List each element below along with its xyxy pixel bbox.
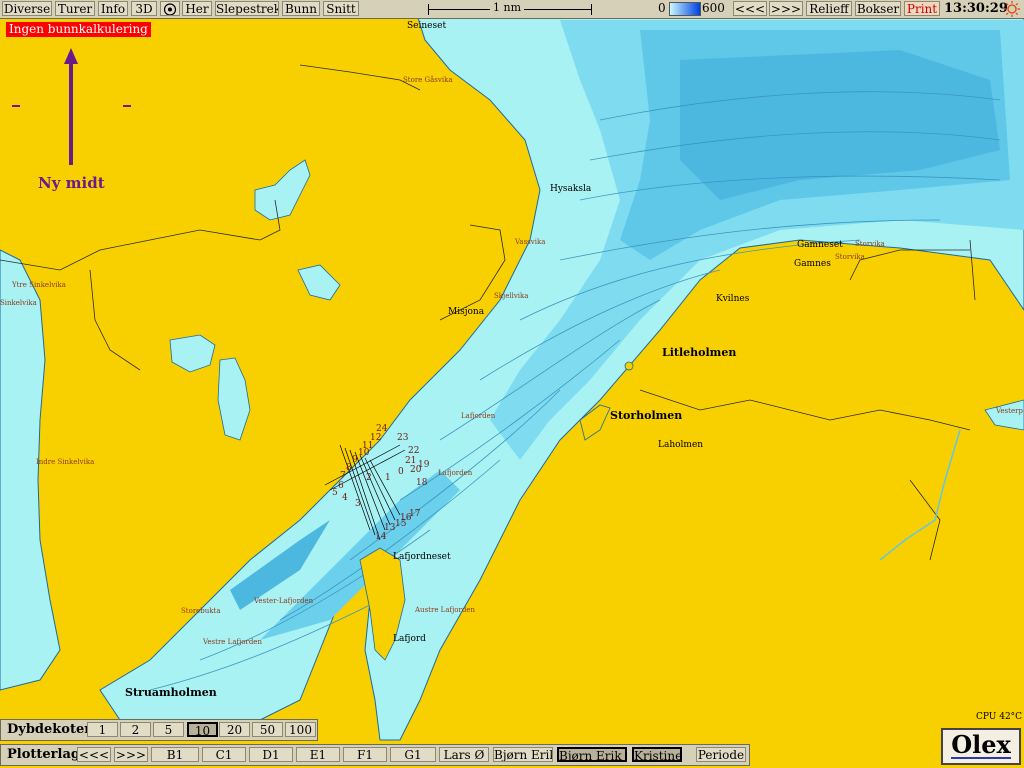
map-label: Store Gåsvika	[403, 75, 453, 84]
plotterlag-item-b1[interactable]: B1	[151, 747, 199, 762]
depth-max-label: 600	[702, 1, 725, 15]
dybdekoter-option-100[interactable]: 100	[285, 722, 316, 737]
map-label: Skjellvika	[494, 292, 528, 300]
map-label: Vesterp	[995, 407, 1023, 415]
island-litleholmen	[624, 361, 634, 371]
plotterlag-item-e1[interactable]: E1	[296, 747, 340, 762]
plotterlag-next-button[interactable]: >>>	[114, 747, 148, 762]
plotterlag-item-bj-rn-erik-2[interactable]: Bjørn Erik 2	[557, 747, 627, 762]
map-label: Storvika	[855, 240, 885, 248]
target-button[interactable]	[160, 1, 180, 16]
map-label: Misjona	[448, 307, 485, 317]
map-label: Vester-Lafjorden	[253, 597, 314, 605]
print-button[interactable]: Print	[904, 1, 940, 16]
dybdekoter-bar: Dybdekoter 1 2 5 10 20 50 100	[0, 719, 318, 741]
clock: 13:30:29	[944, 1, 1008, 16]
relieff-button[interactable]: Relieff	[806, 1, 852, 16]
next-button[interactable]: >>>	[769, 1, 803, 16]
brand-text: Olex	[951, 730, 1011, 759]
map-label: Litleholmen	[662, 346, 736, 359]
map-label: Lafjorden	[461, 412, 496, 420]
bunn-button[interactable]: Bunn	[282, 1, 320, 16]
map-label: Sinkelvika	[0, 299, 37, 307]
plotterlag-item-bj-rn-erik[interactable]: Bjørn Erik	[493, 747, 553, 762]
track-number: 22	[408, 446, 419, 456]
track-number: 6	[338, 481, 344, 491]
sun-icon[interactable]	[1003, 0, 1021, 18]
track-number: 2	[366, 473, 372, 483]
track-number: 8	[346, 463, 352, 473]
dybdekoter-label: Dybdekoter	[7, 722, 92, 737]
olex-logo[interactable]: Olex	[941, 728, 1021, 765]
map-label: Gamneset	[797, 240, 843, 250]
dybdekoter-option-2[interactable]: 2	[120, 722, 151, 737]
map-label: Austre Lafjorden	[414, 606, 475, 614]
track-number: 0	[398, 467, 404, 477]
map-label: Laholmen	[658, 440, 703, 450]
map-label: Vestre Lafjorden	[202, 638, 262, 646]
track-number: 13	[384, 523, 396, 533]
bokser-button[interactable]: Bokser	[855, 1, 901, 16]
plotterlag-bar: Plotterlag <<< >>> B1 C1 D1 E1 F1 G1 Lars Ø Bjø…	[0, 744, 750, 766]
plotterlag-prev-button[interactable]: <<<	[77, 747, 111, 762]
plotterlag-item-lars-[interactable]: Lars Ø	[439, 747, 489, 762]
track-number: 7	[340, 471, 346, 481]
map-label: Storebukta	[181, 607, 221, 615]
track-number: 9	[352, 455, 358, 465]
map-label: Lafjord	[393, 634, 426, 644]
dybdekoter-option-20[interactable]: 20	[219, 722, 250, 737]
info-button[interactable]: Info	[98, 1, 128, 16]
map-label: Seineset	[407, 21, 446, 31]
map-label: Ytre Sinkelvika	[11, 281, 66, 289]
map-label: Storvika	[835, 253, 865, 261]
target-icon	[163, 3, 177, 15]
top-toolbar: Diverse Turer Info 3D Her Slepestrek Bun…	[0, 0, 1024, 19]
map-label: Gamnes	[794, 259, 831, 269]
plotterlag-item-g1[interactable]: G1	[390, 747, 436, 762]
depth-color-bar	[669, 2, 701, 16]
plotterlag-item-periode[interactable]: Periode	[696, 747, 746, 762]
snitt-button[interactable]: Snitt	[323, 1, 359, 16]
dybdekoter-option-1[interactable]: 1	[87, 722, 118, 737]
dybdekoter-option-10[interactable]: 10	[187, 722, 218, 737]
map-label: Struamholmen	[125, 686, 217, 699]
map-label: Indre Sinkelvika	[36, 458, 94, 466]
scale-label: 1 nm	[490, 1, 525, 14]
map-label: Lafjorden	[438, 469, 473, 477]
dybdekoter-option-5[interactable]: 5	[153, 722, 184, 737]
scale-bar: 1 nm	[428, 1, 592, 16]
diverse-button[interactable]: Diverse	[2, 1, 52, 16]
track-number: 18	[416, 478, 428, 488]
north-arrow-label: Ny midt	[38, 174, 105, 192]
three-d-button[interactable]: 3D	[131, 1, 157, 16]
plotterlag-item-d1[interactable]: D1	[249, 747, 293, 762]
track-number: 1	[385, 473, 391, 483]
track-number: 10	[358, 448, 370, 458]
map-label: Kvilnes	[716, 294, 750, 304]
nautical-chart[interactable]: 24232221201918171615141312111098765 432 10…	[0, 0, 1024, 768]
track-number: 15	[395, 519, 407, 529]
plotterlag-item-f1[interactable]: F1	[343, 747, 387, 762]
track-number: 19	[418, 460, 430, 470]
plotterlag-item-kristine[interactable]: Kristine	[632, 747, 682, 762]
track-number: 4	[342, 493, 348, 503]
map-label: Storholmen	[610, 409, 682, 422]
prev-button[interactable]: <<<	[733, 1, 767, 16]
her-button[interactable]: Her	[182, 1, 212, 16]
slepestrek-button[interactable]: Slepestrek	[215, 1, 279, 16]
plotterlag-item-c1[interactable]: C1	[202, 747, 246, 762]
map-label: Lafjordneset	[393, 552, 451, 562]
plotterlag-label: Plotterlag	[7, 747, 80, 762]
turer-button[interactable]: Turer	[55, 1, 95, 16]
map-label: Vassvika	[514, 238, 545, 246]
track-number: 3	[355, 499, 361, 509]
track-number: 23	[397, 433, 409, 443]
cpu-temp: CPU 42°C	[976, 712, 1023, 722]
depth-min-label: 0	[658, 1, 666, 15]
map-label: Hysaksla	[550, 184, 592, 194]
dybdekoter-option-50[interactable]: 50	[252, 722, 283, 737]
track-number: 5	[332, 488, 338, 498]
warning-banner: Ingen bunnkalkulering	[6, 22, 151, 37]
track-number: 14	[375, 532, 387, 542]
